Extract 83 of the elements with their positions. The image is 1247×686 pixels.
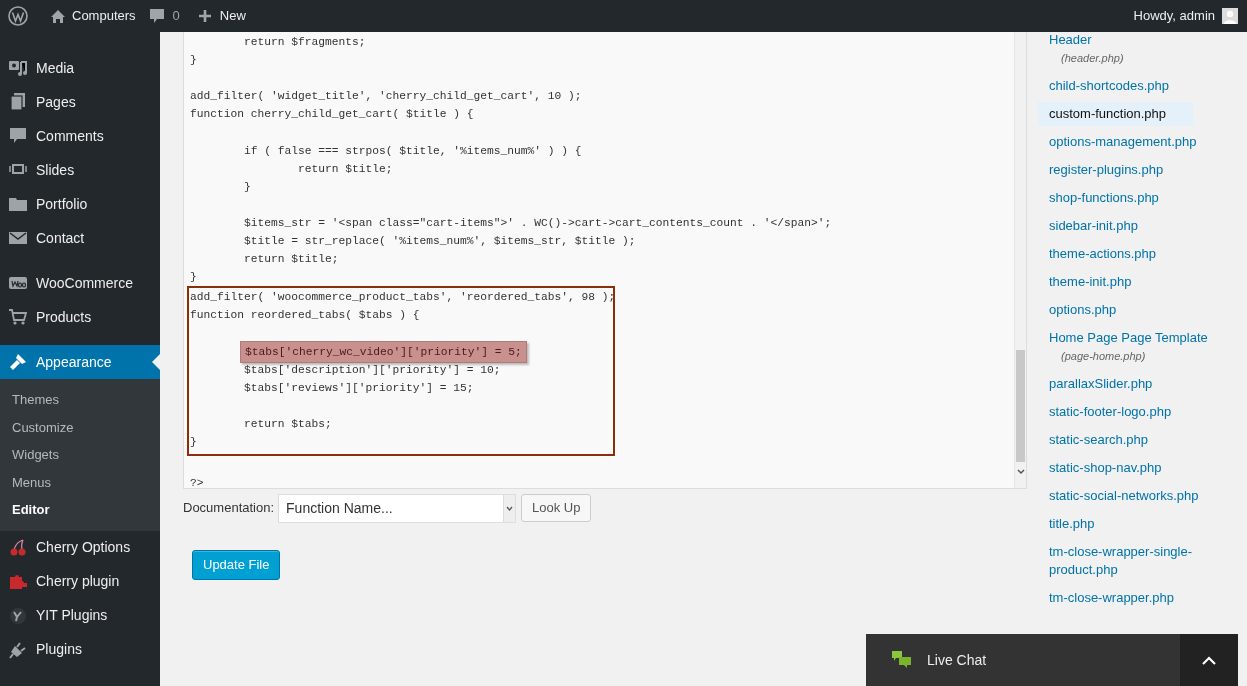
file-link[interactable]: tm-close-wrapper-single-product.php: [1038, 540, 1234, 582]
code-line: }: [190, 270, 198, 286]
live-chat-label: Live Chat: [927, 650, 987, 670]
code-line: return $title;: [243, 252, 340, 268]
sidebar-item[interactable]: Pages: [0, 85, 160, 119]
plus-icon: [197, 9, 212, 23]
y-logo-icon: [8, 605, 28, 626]
pages-icon: [8, 92, 28, 112]
file-link[interactable]: static-shop-nav.php: [1038, 456, 1234, 480]
chat-bubbles-icon: [892, 651, 912, 669]
file-link[interactable]: register-plugins.php: [1038, 158, 1234, 182]
new-link[interactable]: New: [219, 6, 246, 26]
sidebar-item[interactable]: YIT Plugins: [0, 598, 160, 633]
camera-music-icon: [8, 58, 28, 78]
submenu-item[interactable]: Editor: [0, 496, 160, 524]
sidebar-item[interactable]: Contact: [0, 221, 160, 255]
code-line: if ( false === strpos( $title, '%items_num%' ) ) {: [243, 143, 583, 159]
code-line: }: [190, 53, 198, 69]
file-link[interactable]: options.php: [1038, 298, 1234, 322]
file-link[interactable]: theme-init.php: [1038, 270, 1234, 294]
code-line: }: [190, 435, 198, 451]
code-line: add_filter( 'woocommerce_product_tabs', 'reordered_tabs', 98 );: [190, 290, 613, 306]
file-link[interactable]: sidebar-init.php: [1038, 214, 1234, 238]
sidebar-item[interactable]: Cherry plugin: [0, 564, 160, 599]
file-link[interactable]: static-social-networks.php: [1038, 484, 1234, 508]
code-line: $tabs['description']['priority'] = 10;: [243, 362, 502, 378]
sidebar-item[interactable]: Slides: [0, 153, 160, 187]
file-link[interactable]: title.php: [1038, 512, 1234, 536]
code-line: }: [243, 179, 252, 195]
submenu-item[interactable]: Themes: [0, 386, 160, 414]
file-link[interactable]: tm-close-wrapper.php: [1038, 586, 1234, 610]
file-name-note: (page-home.php): [1060, 349, 1147, 364]
documentation-label: Documentation:: [183, 499, 275, 518]
code-line: $title = str_replace( '%items_num%', $items_str, $title );: [243, 234, 637, 250]
sidebar-item[interactable]: Portfolio: [0, 187, 160, 221]
wordpress-logo-icon[interactable]: [8, 6, 28, 26]
code-line: function reordered_tabs( $tabs ) {: [190, 308, 421, 324]
submenu-item[interactable]: Widgets: [0, 441, 160, 469]
file-link[interactable]: child-shortcodes.php: [1038, 74, 1234, 98]
sidebar-item[interactable]: Cherry Options: [0, 530, 160, 565]
code-line: return $title;: [297, 161, 394, 177]
scrollbar-thumb[interactable]: [1016, 350, 1025, 462]
dropdown-caret-icon: [506, 505, 514, 511]
file-link[interactable]: parallaxSlider.php: [1038, 372, 1234, 396]
cart-icon: [8, 307, 28, 327]
chevron-up-icon[interactable]: [1202, 655, 1216, 665]
file-link[interactable]: static-search.php: [1038, 428, 1234, 452]
sidebar-item[interactable]: Appearance: [0, 345, 160, 379]
comment-count[interactable]: 0: [172, 6, 180, 26]
file-link[interactable]: shop-functions.php: [1038, 186, 1234, 210]
home-icon: [50, 8, 66, 24]
cherries-icon: [8, 537, 28, 558]
sidebar-item[interactable]: Plugins: [0, 632, 160, 667]
sidebar-item[interactable]: Comments: [0, 119, 160, 153]
submenu-item[interactable]: Customize: [0, 413, 160, 441]
submenu-item[interactable]: Menus: [0, 468, 160, 496]
scroll-down-icon[interactable]: [1016, 468, 1025, 475]
code-line: function cherry_child_get_cart( $title ) {: [190, 107, 475, 123]
look-up-button[interactable]: Look Up: [521, 494, 592, 522]
scrollbar[interactable]: [1014, 32, 1026, 488]
file-link[interactable]: options-management.php: [1038, 130, 1234, 154]
sidebar-item[interactable]: Media: [0, 51, 160, 85]
current-menu-pointer-icon: [152, 354, 160, 370]
file-link[interactable]: Header (header.php): [1038, 28, 1234, 70]
file-name-note: (header.php): [1060, 51, 1125, 66]
code-line: return $fragments;: [243, 35, 367, 50]
paintbrush-icon: [8, 352, 28, 372]
comment-icon: [148, 8, 165, 24]
site-name-link[interactable]: Computers: [72, 6, 136, 26]
file-link[interactable]: Home Page Page Template (page-home.php): [1038, 326, 1234, 368]
file-link[interactable]: custom-function.php: [1038, 102, 1193, 126]
code-line: $items_str = '<span class="cart-items">' . WC()->cart->cart_contents_count . '</span>';: [243, 215, 833, 231]
sidebar-item[interactable]: Products: [0, 300, 160, 334]
code-line: ?>: [190, 476, 205, 488]
file-link[interactable]: theme-actions.php: [1038, 242, 1234, 266]
live-chat-bar[interactable]: Live Chat: [866, 634, 1238, 686]
file-link[interactable]: static-footer-logo.php: [1038, 400, 1234, 424]
code-line: $tabs['reviews']['priority'] = 15;: [243, 380, 475, 396]
code-line: add_filter( 'widget_title', 'cherry_child_get_cart', 10 );: [190, 89, 583, 105]
greeting-link[interactable]: Howdy, admin: [1133, 6, 1215, 26]
code-line: return $tabs;: [243, 416, 333, 432]
sidebar-item[interactable]: WooCommerce: [0, 266, 160, 300]
function-name-select[interactable]: Function Name...: [278, 493, 517, 523]
